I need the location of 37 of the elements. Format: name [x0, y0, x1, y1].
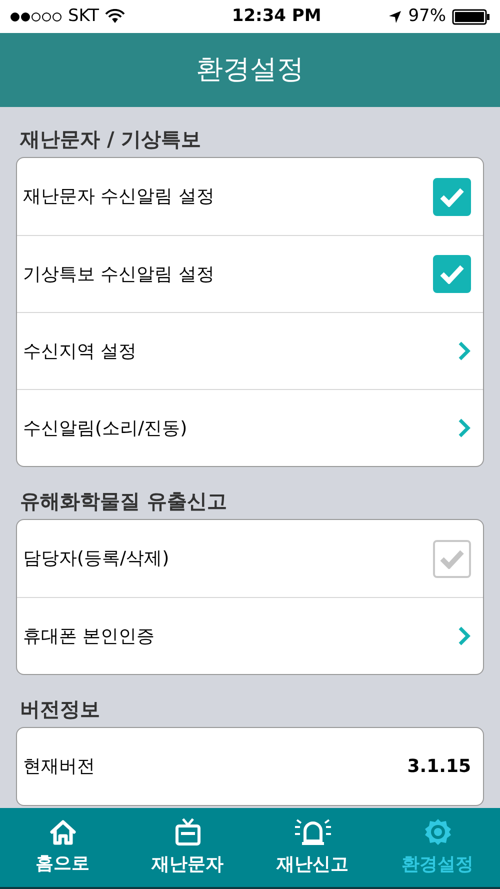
row-label: 재난문자 수신알림 설정	[23, 185, 214, 209]
section-title: 재난문자 / 기상특보	[18, 126, 202, 153]
clock-time: 12:34 PM	[232, 4, 322, 28]
signal-icon	[10, 10, 62, 22]
tab-item[interactable]: 홈으로	[0, 808, 125, 887]
battery-percent: 97%	[408, 4, 446, 28]
version-value: 3.1.15	[407, 755, 471, 779]
chevron-right-icon	[457, 418, 471, 438]
siren-icon	[292, 817, 332, 847]
location-arrow-icon	[388, 10, 402, 24]
gear-icon	[422, 817, 452, 847]
battery-icon	[452, 8, 490, 24]
settings-row[interactable]: 재난문자 수신알림 설정	[17, 158, 483, 235]
settings-row[interactable]: 수신지역 설정	[17, 312, 483, 389]
row-label: 담당자(등록/삭제)	[23, 547, 170, 571]
section-title: 유해화학물질 유출신고	[19, 488, 228, 515]
settings-row[interactable]: 현재버전 3.1.15	[17, 728, 483, 805]
tab-item[interactable]: 재난신고	[250, 808, 375, 887]
settings-row[interactable]: 기상특보 수신알림 설정	[17, 235, 483, 312]
chevron-right-icon	[457, 626, 471, 646]
home-icon	[48, 818, 78, 846]
checkbox[interactable]	[433, 178, 471, 216]
row-label: 기상특보 수신알림 설정	[23, 262, 214, 286]
page-title: 환경설정	[196, 52, 304, 87]
settings-row[interactable]: 수신알림(소리/진동)	[17, 389, 483, 466]
section-title: 버전정보	[19, 696, 101, 723]
settings-row[interactable]: 휴대폰 본인인증	[17, 597, 483, 674]
tab-item[interactable]: 재난문자	[125, 808, 250, 887]
carrier-label: SKT	[68, 4, 100, 28]
row-label: 현재버전	[23, 755, 95, 779]
row-label: 휴대폰 본인인증	[23, 624, 155, 648]
wifi-icon	[105, 9, 126, 24]
tv-icon	[174, 817, 202, 847]
row-label: 수신알림(소리/진동)	[23, 416, 188, 440]
row-label: 수신지역 설정	[23, 340, 137, 364]
checkbox[interactable]	[433, 255, 471, 293]
chevron-right-icon	[457, 341, 471, 361]
